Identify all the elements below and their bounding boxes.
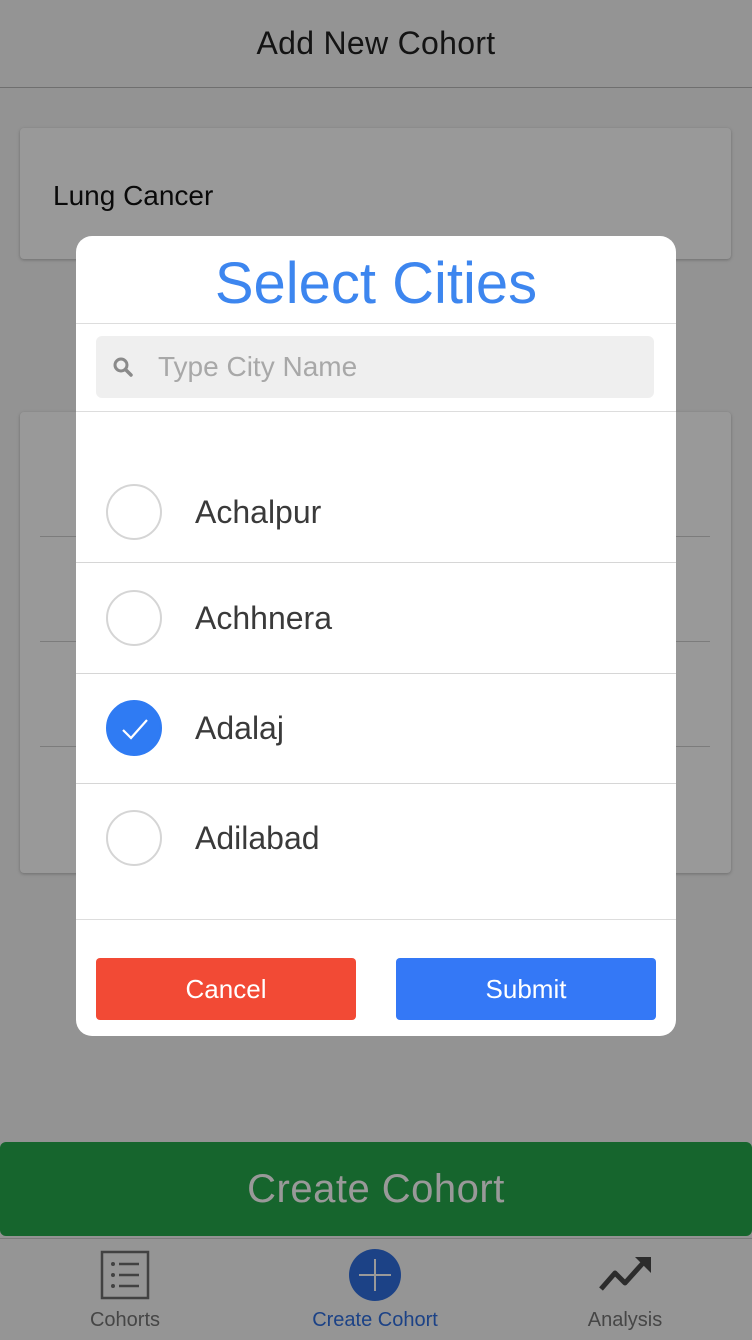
city-list[interactable]: Achalpur Achhnera Adalaj Adilabad (76, 412, 676, 919)
city-item-achhnera[interactable]: Achhnera (76, 564, 676, 674)
city-item-adilabad[interactable]: Adilabad (76, 784, 676, 894)
city-name: Adilabad (195, 820, 320, 856)
city-item-achalpur[interactable]: Achalpur (76, 454, 676, 563)
search-input[interactable] (158, 336, 638, 398)
search-icon (113, 357, 133, 377)
radio-unchecked[interactable] (106, 484, 162, 540)
cancel-button[interactable]: Cancel (96, 958, 356, 1020)
search-box (96, 336, 654, 398)
checkmark-icon (122, 719, 148, 740)
radio-unchecked[interactable] (106, 590, 162, 646)
submit-button[interactable]: Submit (396, 958, 656, 1020)
radio-unchecked[interactable] (106, 810, 162, 866)
divider (76, 919, 676, 920)
radio-checked[interactable] (106, 700, 162, 756)
city-name: Achhnera (195, 600, 332, 636)
city-name: Adalaj (195, 710, 284, 746)
select-cities-dialog: Select Cities Achalpur Achhnera Adalaj (76, 236, 676, 1036)
city-name: Achalpur (195, 494, 322, 530)
city-item-adalaj[interactable]: Adalaj (76, 674, 676, 784)
divider (76, 323, 676, 324)
dialog-title: Select Cities (214, 251, 538, 316)
